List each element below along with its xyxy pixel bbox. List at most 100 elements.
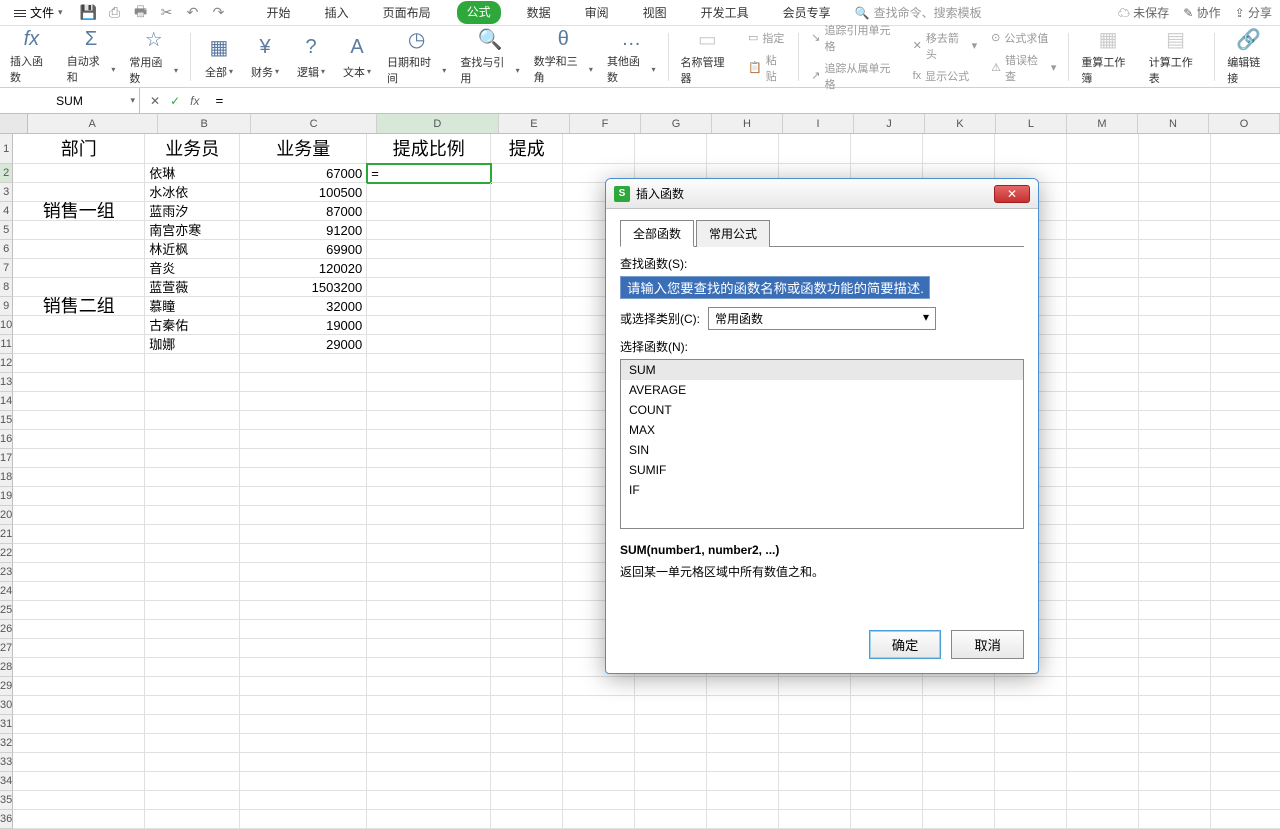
cell[interactable] bbox=[145, 411, 240, 430]
cell[interactable] bbox=[1211, 411, 1280, 430]
cell[interactable] bbox=[1139, 373, 1211, 392]
cell[interactable] bbox=[13, 316, 145, 335]
cell[interactable] bbox=[1139, 221, 1211, 240]
cell[interactable] bbox=[13, 753, 145, 772]
cell[interactable] bbox=[707, 715, 779, 734]
cell[interactable] bbox=[1211, 563, 1280, 582]
tab-insert[interactable]: 插入 bbox=[317, 1, 357, 24]
cell[interactable] bbox=[13, 601, 145, 620]
cell[interactable] bbox=[1211, 601, 1280, 620]
cell[interactable] bbox=[1139, 335, 1211, 354]
cell[interactable]: 音炎 bbox=[145, 259, 240, 278]
cell[interactable] bbox=[13, 278, 145, 297]
col-header-H[interactable]: H bbox=[712, 114, 783, 133]
cell[interactable] bbox=[635, 696, 707, 715]
cell[interactable] bbox=[13, 582, 145, 601]
cut-icon[interactable]: ✂ bbox=[159, 5, 175, 21]
cell[interactable]: 业务员 bbox=[145, 134, 240, 164]
dialog-tab-all[interactable]: 全部函数 bbox=[620, 220, 694, 247]
cell[interactable] bbox=[491, 468, 563, 487]
cell[interactable] bbox=[1067, 202, 1139, 221]
cell[interactable] bbox=[1139, 316, 1211, 335]
cell[interactable] bbox=[1211, 240, 1280, 259]
cell[interactable] bbox=[13, 715, 145, 734]
col-header-G[interactable]: G bbox=[641, 114, 712, 133]
cell[interactable] bbox=[1211, 772, 1280, 791]
cell[interactable] bbox=[491, 183, 563, 202]
tab-start[interactable]: 开始 bbox=[259, 1, 299, 24]
cell[interactable] bbox=[491, 202, 563, 221]
col-header-O[interactable]: O bbox=[1209, 114, 1280, 133]
cell[interactable] bbox=[240, 734, 367, 753]
name-box[interactable]: ▾ bbox=[0, 88, 140, 113]
row-header-9[interactable]: 9 bbox=[0, 297, 13, 316]
cell[interactable] bbox=[240, 544, 367, 563]
cell[interactable] bbox=[1139, 601, 1211, 620]
cell[interactable]: 提成 bbox=[491, 134, 563, 164]
cell[interactable] bbox=[367, 373, 491, 392]
cell[interactable] bbox=[491, 696, 563, 715]
insert-function-button[interactable]: fx 插入函数 bbox=[4, 29, 59, 85]
cell[interactable] bbox=[1139, 696, 1211, 715]
cell[interactable]: 依琳 bbox=[145, 164, 240, 183]
cell[interactable] bbox=[1211, 373, 1280, 392]
name-box-input[interactable] bbox=[6, 94, 133, 108]
cell[interactable] bbox=[1211, 202, 1280, 221]
cell[interactable] bbox=[367, 772, 491, 791]
cell[interactable] bbox=[1067, 601, 1139, 620]
cell[interactable] bbox=[1067, 810, 1139, 829]
cell[interactable] bbox=[240, 810, 367, 829]
cell[interactable] bbox=[367, 525, 491, 544]
cell[interactable] bbox=[145, 544, 240, 563]
cell[interactable] bbox=[367, 183, 491, 202]
function-list-item[interactable]: AVERAGE bbox=[621, 380, 1023, 400]
cell[interactable] bbox=[563, 696, 635, 715]
ok-button[interactable]: 确定 bbox=[869, 630, 942, 659]
cell[interactable] bbox=[240, 639, 367, 658]
col-header-K[interactable]: K bbox=[925, 114, 996, 133]
undo-icon[interactable]: ↶ bbox=[185, 5, 201, 21]
col-header-I[interactable]: I bbox=[783, 114, 854, 133]
cell[interactable] bbox=[145, 525, 240, 544]
cell[interactable] bbox=[13, 658, 145, 677]
cell[interactable] bbox=[1139, 134, 1211, 164]
cell[interactable] bbox=[240, 525, 367, 544]
cell[interactable] bbox=[13, 506, 145, 525]
cell[interactable] bbox=[367, 753, 491, 772]
cell[interactable] bbox=[635, 677, 707, 696]
cell[interactable] bbox=[145, 639, 240, 658]
row-header-24[interactable]: 24 bbox=[0, 582, 13, 601]
cell[interactable] bbox=[1211, 487, 1280, 506]
row-header-19[interactable]: 19 bbox=[0, 487, 13, 506]
cell[interactable] bbox=[13, 221, 145, 240]
cell[interactable] bbox=[240, 563, 367, 582]
cell[interactable] bbox=[563, 734, 635, 753]
cell[interactable] bbox=[240, 582, 367, 601]
cell[interactable] bbox=[563, 715, 635, 734]
row-header-5[interactable]: 5 bbox=[0, 221, 13, 240]
cell[interactable] bbox=[1067, 134, 1139, 164]
cell[interactable] bbox=[1139, 202, 1211, 221]
autosum-button[interactable]: Σ 自动求和▾ bbox=[61, 29, 122, 85]
cell[interactable]: 水冰依 bbox=[145, 183, 240, 202]
row-header-14[interactable]: 14 bbox=[0, 392, 13, 411]
cell[interactable] bbox=[367, 677, 491, 696]
cell[interactable] bbox=[1067, 297, 1139, 316]
cell[interactable] bbox=[1067, 639, 1139, 658]
cell[interactable] bbox=[1067, 525, 1139, 544]
cell[interactable] bbox=[491, 658, 563, 677]
cell[interactable]: 业务量 bbox=[240, 134, 367, 164]
cell[interactable] bbox=[491, 601, 563, 620]
cell[interactable] bbox=[367, 297, 491, 316]
cell[interactable] bbox=[145, 677, 240, 696]
row-header-18[interactable]: 18 bbox=[0, 468, 13, 487]
cell[interactable] bbox=[145, 449, 240, 468]
cell[interactable] bbox=[367, 430, 491, 449]
cell[interactable] bbox=[635, 715, 707, 734]
row-header-27[interactable]: 27 bbox=[0, 639, 13, 658]
cell[interactable] bbox=[1211, 134, 1280, 164]
row-header-23[interactable]: 23 bbox=[0, 563, 13, 582]
cell[interactable] bbox=[1067, 734, 1139, 753]
cell[interactable]: 蓝萱薇 bbox=[145, 278, 240, 297]
lookup-fn-button[interactable]: 🔍查找与引用▾ bbox=[454, 29, 525, 85]
